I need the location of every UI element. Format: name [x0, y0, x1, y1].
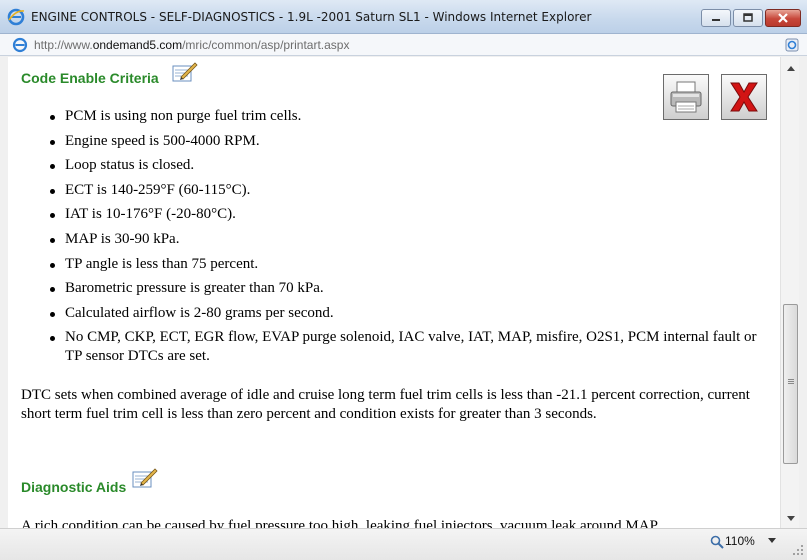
resize-grip-icon[interactable] — [792, 544, 804, 556]
list-item: No CMP, CKP, ECT, EGR flow, EVAP purge s… — [46, 328, 766, 366]
page-status-icon[interactable] — [784, 37, 800, 53]
list-item: MAP is 30-90 kPa. — [46, 230, 766, 249]
maximize-button[interactable] — [733, 9, 763, 27]
grip-lines-icon — [788, 379, 794, 380]
window-title: ENGINE CONTROLS - SELF-DIAGNOSTICS - 1.9… — [31, 10, 592, 24]
url-prefix: http://www. — [34, 38, 93, 52]
scroll-thumb[interactable] — [783, 304, 798, 464]
window-close-button[interactable] — [765, 9, 801, 27]
close-icon — [778, 13, 788, 23]
list-item: Calculated airflow is 2-80 grams per sec… — [46, 304, 766, 323]
diagnostic-aids-text: A rich condition can be caused by fuel p… — [21, 518, 658, 528]
minimize-icon — [712, 19, 720, 21]
vertical-scrollbar[interactable] — [780, 57, 799, 528]
ie-page-icon — [12, 37, 28, 53]
list-item: PCM is using non purge fuel trim cells. — [46, 107, 766, 126]
maximize-icon — [743, 13, 753, 22]
minimize-button[interactable] — [701, 9, 731, 27]
criteria-list: PCM is using non purge fuel trim cells. … — [46, 107, 766, 372]
list-item: Loop status is closed. — [46, 156, 766, 175]
zoom-level[interactable]: 110% — [725, 534, 755, 548]
status-bar: 110% — [0, 528, 807, 560]
list-item: Barometric pressure is greater than 70 k… — [46, 279, 766, 298]
heading-diagnostic-aids: Diagnostic Aids — [21, 479, 127, 495]
list-item: Engine speed is 500-4000 RPM. — [46, 132, 766, 151]
list-item: ECT is 140-259°F (60-115°C). — [46, 181, 766, 200]
magnifier-icon — [710, 535, 724, 549]
arrow-down-icon — [786, 515, 795, 521]
chevron-down-icon[interactable] — [768, 538, 776, 543]
notepad-pencil-icon[interactable] — [131, 466, 159, 490]
document-content: Code Enable Criteria PCM is using non pu… — [8, 57, 780, 528]
url-path: /mric/common/asp/printart.aspx — [182, 38, 350, 52]
dtc-paragraph: DTC sets when combined average of idle a… — [21, 387, 750, 422]
arrow-up-icon — [786, 65, 795, 71]
list-item: TP angle is less than 75 percent. — [46, 255, 766, 274]
window-titlebar: ENGINE CONTROLS - SELF-DIAGNOSTICS - 1.9… — [0, 0, 807, 34]
scroll-down-button[interactable] — [783, 511, 798, 526]
address-bar[interactable]: http://www.ondemand5.com/mric/common/asp… — [0, 34, 807, 56]
ie-icon — [7, 8, 25, 26]
heading-code-enable-criteria: Code Enable Criteria — [21, 70, 159, 86]
address-url[interactable]: http://www.ondemand5.com/mric/common/asp… — [34, 38, 349, 52]
url-domain: ondemand5.com — [92, 38, 183, 52]
scroll-up-button[interactable] — [783, 60, 798, 75]
notepad-pencil-icon[interactable] — [171, 60, 199, 84]
list-item: IAT is 10-176°F (-20-80°C). — [46, 205, 766, 224]
